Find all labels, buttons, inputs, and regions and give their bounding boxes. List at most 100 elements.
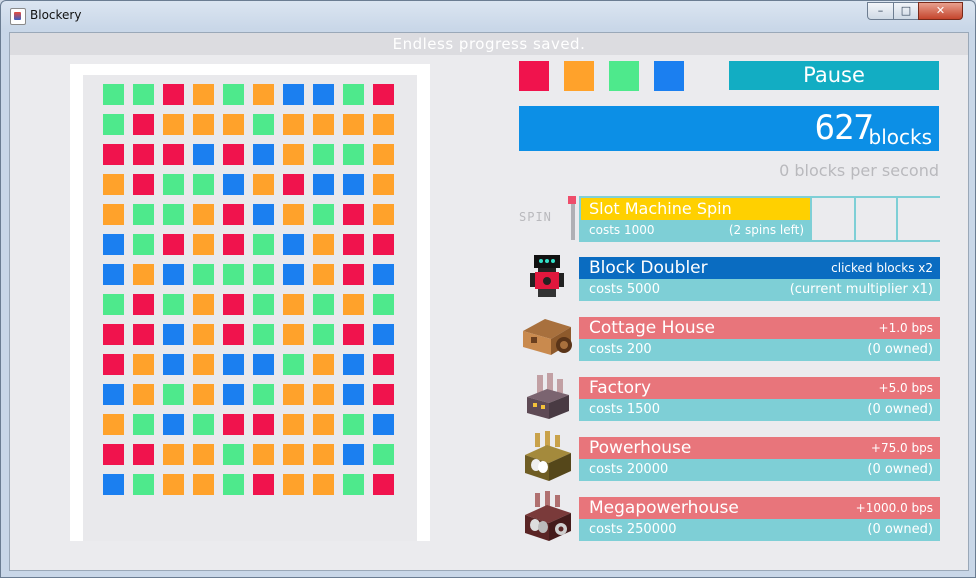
block-cell[interactable] [253, 444, 274, 465]
block-cell[interactable] [193, 144, 214, 165]
block-cell[interactable] [133, 294, 154, 315]
block-cell[interactable] [313, 204, 334, 225]
block-cell[interactable] [253, 384, 274, 405]
block-cell[interactable] [313, 384, 334, 405]
block-cell[interactable] [343, 384, 364, 405]
block-cell[interactable] [103, 414, 124, 435]
block-cell[interactable] [313, 414, 334, 435]
block-cell[interactable] [253, 204, 274, 225]
block-cell[interactable] [283, 444, 304, 465]
block-cell[interactable] [193, 294, 214, 315]
block-cell[interactable] [283, 474, 304, 495]
block-cell[interactable] [283, 204, 304, 225]
block-cell[interactable] [163, 264, 184, 285]
block-cell[interactable] [373, 414, 394, 435]
block-cell[interactable] [103, 84, 124, 105]
block-cell[interactable] [163, 444, 184, 465]
block-cell[interactable] [103, 144, 124, 165]
block-cell[interactable] [253, 474, 274, 495]
block-cell[interactable] [373, 204, 394, 225]
title-bar[interactable]: Blockery – □ ✕ [1, 1, 975, 31]
block-cell[interactable] [223, 264, 244, 285]
block-cell[interactable] [283, 294, 304, 315]
block-cell[interactable] [163, 414, 184, 435]
block-cell[interactable] [373, 174, 394, 195]
block-cell[interactable] [223, 84, 244, 105]
block-cell[interactable] [313, 144, 334, 165]
block-cell[interactable] [373, 384, 394, 405]
block-cell[interactable] [163, 384, 184, 405]
block-cell[interactable] [253, 294, 274, 315]
block-cell[interactable] [343, 354, 364, 375]
block-cell[interactable] [163, 114, 184, 135]
block-cell[interactable] [103, 114, 124, 135]
block-cell[interactable] [253, 114, 274, 135]
block-cell[interactable] [283, 234, 304, 255]
block-cell[interactable] [283, 414, 304, 435]
block-cell[interactable] [103, 294, 124, 315]
block-cell[interactable] [373, 114, 394, 135]
block-cell[interactable] [343, 414, 364, 435]
block-cell[interactable] [373, 144, 394, 165]
block-cell[interactable] [133, 354, 154, 375]
block-cell[interactable] [373, 264, 394, 285]
block-cell[interactable] [193, 174, 214, 195]
block-cell[interactable] [343, 174, 364, 195]
block-cell[interactable] [223, 324, 244, 345]
block-cell[interactable] [193, 324, 214, 345]
block-cell[interactable] [343, 324, 364, 345]
block-cell[interactable] [283, 354, 304, 375]
block-cell[interactable] [283, 324, 304, 345]
block-cell[interactable] [163, 294, 184, 315]
block-cell[interactable] [313, 264, 334, 285]
block-cell[interactable] [253, 324, 274, 345]
block-cell[interactable] [193, 114, 214, 135]
block-cell[interactable] [133, 444, 154, 465]
block-cell[interactable] [223, 234, 244, 255]
block-cell[interactable] [313, 444, 334, 465]
block-cell[interactable] [193, 354, 214, 375]
block-cell[interactable] [223, 294, 244, 315]
block-cell[interactable] [253, 354, 274, 375]
block-cell[interactable] [313, 84, 334, 105]
block-cell[interactable] [103, 354, 124, 375]
block-cell[interactable] [253, 144, 274, 165]
block-cell[interactable] [163, 204, 184, 225]
block-cell[interactable] [133, 264, 154, 285]
block-cell[interactable] [373, 444, 394, 465]
block-cell[interactable] [253, 234, 274, 255]
block-cell[interactable] [163, 324, 184, 345]
block-cell[interactable] [103, 474, 124, 495]
close-button[interactable]: ✕ [918, 2, 963, 20]
maximize-button[interactable]: □ [893, 2, 919, 20]
block-cell[interactable] [223, 444, 244, 465]
block-cell[interactable] [253, 414, 274, 435]
pause-button[interactable]: Pause [729, 61, 939, 90]
block-cell[interactable] [163, 474, 184, 495]
block-cell[interactable] [163, 354, 184, 375]
block-cell[interactable] [223, 474, 244, 495]
block-cell[interactable] [193, 84, 214, 105]
block-cell[interactable] [283, 144, 304, 165]
block-cell[interactable] [343, 84, 364, 105]
block-cell[interactable] [193, 384, 214, 405]
block-cell[interactable] [373, 294, 394, 315]
block-cell[interactable] [163, 234, 184, 255]
block-cell[interactable] [133, 414, 154, 435]
block-cell[interactable] [313, 294, 334, 315]
block-cell[interactable] [133, 84, 154, 105]
block-cell[interactable] [103, 234, 124, 255]
block-cell[interactable] [313, 174, 334, 195]
block-cell[interactable] [103, 324, 124, 345]
block-cell[interactable] [343, 114, 364, 135]
block-cell[interactable] [133, 144, 154, 165]
block-cell[interactable] [163, 144, 184, 165]
block-cell[interactable] [193, 264, 214, 285]
block-cell[interactable] [223, 384, 244, 405]
block-cell[interactable] [373, 354, 394, 375]
block-cell[interactable] [343, 204, 364, 225]
block-cell[interactable] [133, 114, 154, 135]
block-cell[interactable] [163, 174, 184, 195]
block-cell[interactable] [133, 174, 154, 195]
block-cell[interactable] [193, 444, 214, 465]
